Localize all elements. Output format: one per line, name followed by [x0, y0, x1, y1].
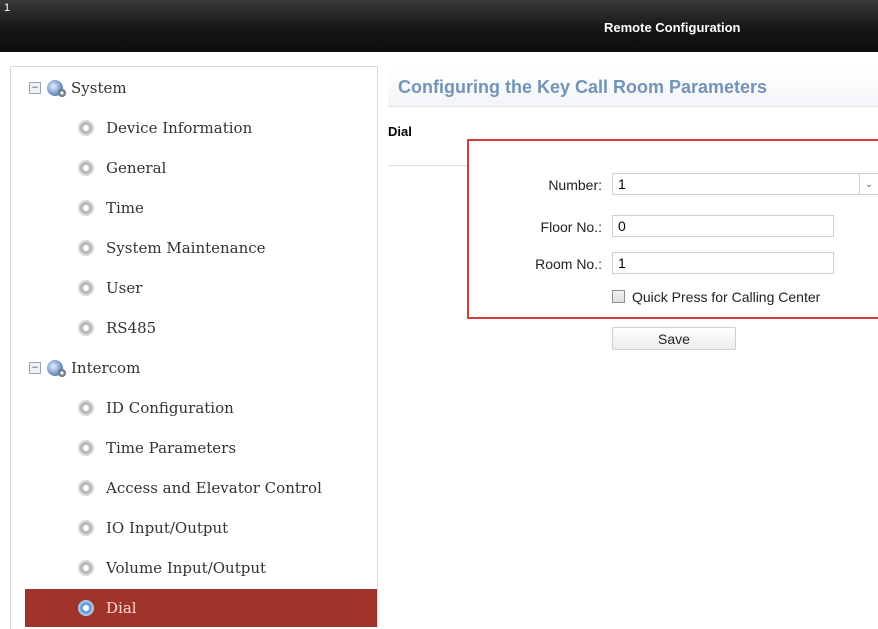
floor-input-value: 0 — [618, 218, 626, 234]
quick-press-checkbox[interactable] — [612, 290, 625, 303]
window-title: Remote Configuration — [604, 20, 741, 35]
section-divider — [388, 165, 468, 166]
gear-icon — [78, 440, 94, 456]
chevron-down-icon[interactable]: ⌄ — [859, 174, 878, 194]
tree-item-label: Volume Input/Output — [106, 559, 267, 577]
gear-icon — [78, 560, 94, 576]
tree-item-time-parameters[interactable]: Time Parameters — [11, 429, 377, 467]
room-input[interactable]: 1 — [612, 252, 834, 274]
tree-item-label: Dial — [106, 599, 137, 617]
room-input-value: 1 — [618, 255, 626, 271]
gear-icon — [78, 240, 94, 256]
save-button[interactable]: Save — [612, 327, 736, 350]
tree-item-label: General — [106, 159, 167, 177]
page-title: Configuring the Key Call Room Parameters — [398, 77, 768, 97]
title-bar: 1 Remote Configuration — [0, 0, 878, 52]
tree-item-id-configuration[interactable]: ID Configuration — [11, 389, 377, 427]
config-tree-sidebar: − System Device Information General Time… — [10, 66, 378, 629]
tree-group-intercom[interactable]: − Intercom — [11, 349, 377, 387]
tree-item-rs485[interactable]: RS485 — [11, 309, 377, 347]
tree-item-label: User — [106, 279, 143, 297]
number-select-value: 1 — [618, 176, 626, 192]
number-select[interactable]: 1 ⌄ — [612, 173, 878, 195]
room-label: Room No.: — [535, 256, 602, 272]
intercom-group-icon — [47, 360, 66, 377]
tree-item-general[interactable]: General — [11, 149, 377, 187]
tree-item-label: Device Information — [106, 119, 253, 137]
tree-group-label: Intercom — [71, 359, 141, 377]
tree-item-access-elevator-control[interactable]: Access and Elevator Control — [11, 469, 377, 507]
gear-icon — [78, 200, 94, 216]
tree-item-label: RS485 — [106, 319, 157, 337]
tree-item-label: Time Parameters — [106, 439, 237, 457]
tree-item-dial[interactable]: Dial — [25, 589, 377, 627]
tree-item-label: Access and Elevator Control — [106, 479, 322, 497]
tree-item-label: Time — [106, 199, 144, 217]
floor-input[interactable]: 0 — [612, 215, 834, 237]
gear-icon — [78, 480, 94, 496]
tree-item-time[interactable]: Time — [11, 189, 377, 227]
tree-item-label: System Maintenance — [106, 239, 266, 257]
system-group-icon — [47, 80, 66, 97]
quick-press-label: Quick Press for Calling Center — [632, 289, 821, 305]
gear-icon — [78, 400, 94, 416]
tree-item-device-information[interactable]: Device Information — [11, 109, 377, 147]
tree-item-user[interactable]: User — [11, 269, 377, 307]
gear-icon — [78, 280, 94, 296]
gear-icon — [78, 520, 94, 536]
number-label: Number: — [548, 177, 602, 193]
tree-item-io-input-output[interactable]: IO Input/Output — [11, 509, 377, 547]
collapse-toggle-icon[interactable]: − — [29, 82, 41, 94]
page-header: Configuring the Key Call Room Parameters — [388, 68, 878, 107]
collapse-toggle-icon[interactable]: − — [29, 362, 41, 374]
gear-icon — [78, 320, 94, 336]
window-number: 1 — [4, 2, 11, 14]
section-title: Dial — [388, 124, 412, 139]
tree-item-label: IO Input/Output — [106, 519, 229, 537]
tree-item-volume-input-output[interactable]: Volume Input/Output — [11, 549, 377, 587]
gear-icon — [78, 600, 94, 616]
tree-group-label: System — [71, 79, 127, 97]
tree-item-system-maintenance[interactable]: System Maintenance — [11, 229, 377, 267]
floor-label: Floor No.: — [540, 219, 602, 235]
tree-group-system[interactable]: − System — [11, 69, 377, 107]
tree-item-label: ID Configuration — [106, 399, 234, 417]
gear-icon — [78, 120, 94, 136]
gear-icon — [78, 160, 94, 176]
